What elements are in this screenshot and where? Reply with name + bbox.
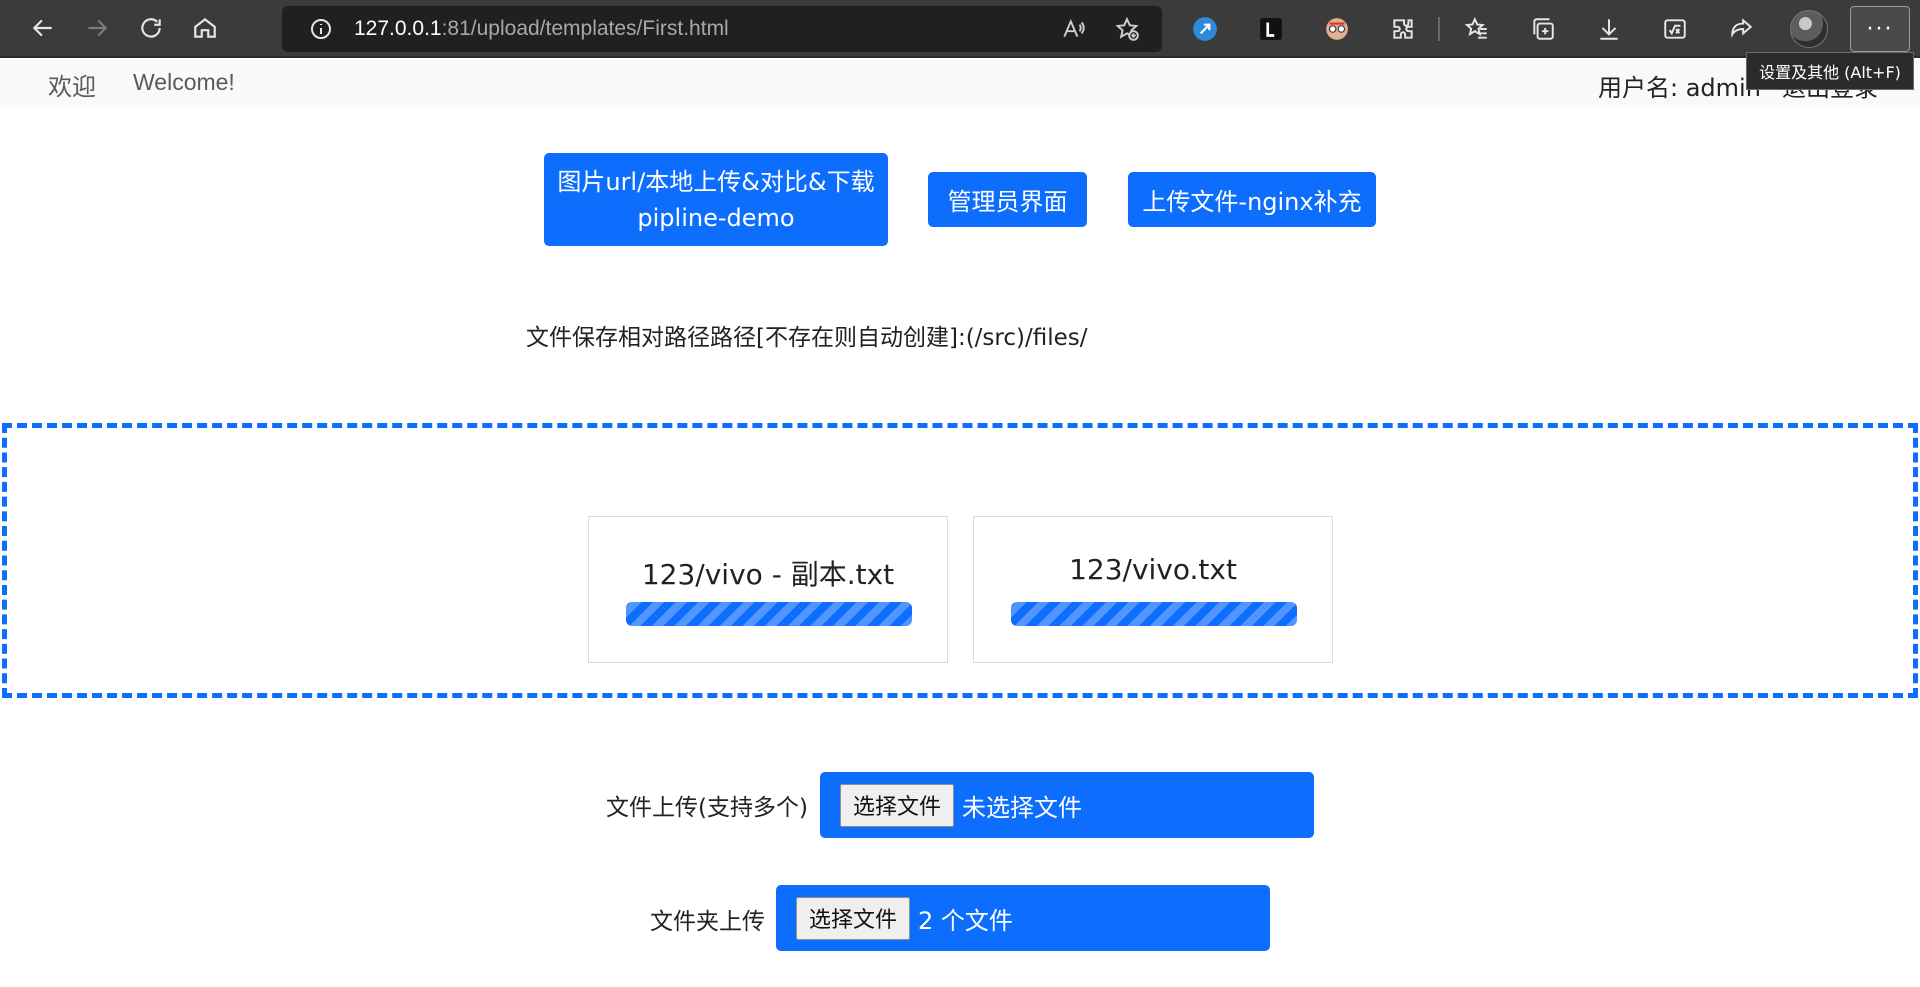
nginx-upload-button[interactable]: 上传文件-nginx补充 [1128, 172, 1376, 227]
page-navbar: 欢迎 Welcome! 用户名: admin 退出登录 [0, 60, 1920, 105]
upload-progress-bar [626, 602, 912, 626]
folder-upload-label: 文件夹上传 [650, 909, 765, 935]
site-info-icon[interactable] [308, 16, 334, 42]
refresh-icon [141, 18, 161, 38]
navbar-brand[interactable]: 欢迎 [48, 67, 96, 102]
uploaded-file-card: 123/vivo - 副本.txt [588, 516, 948, 663]
refresh-button[interactable] [128, 5, 174, 51]
extension-1-icon[interactable] [1188, 12, 1222, 46]
profile-avatar[interactable] [1790, 10, 1828, 48]
favorites-icon[interactable] [1460, 12, 1494, 46]
save-path-info: 文件保存相对路径路径[不存在则自动创建]:(/src)/files/ [526, 325, 1088, 351]
more-icon: ··· [1866, 16, 1894, 42]
multi-file-input[interactable]: 选择文件 未选择文件 [820, 772, 1314, 838]
navbar-welcome[interactable]: Welcome! [133, 69, 235, 96]
settings-tooltip: 设置及其他 (Alt+F) [1746, 52, 1914, 90]
home-icon [194, 17, 216, 38]
file-name: 123/vivo - 副本.txt [641, 558, 895, 591]
pipline-button-line1: 图片url/本地上传&对比&下载 [557, 167, 875, 196]
pipline-demo-button[interactable]: 图片url/本地上传&对比&下载 pipline-demo [544, 153, 888, 246]
folder-selection-status: 2 个文件 [918, 906, 1013, 935]
pipline-button-line2: pipline-demo [637, 203, 795, 232]
share-icon[interactable] [1724, 12, 1758, 46]
admin-button[interactable]: 管理员界面 [928, 172, 1087, 227]
file-selection-status: 未选择文件 [962, 793, 1083, 822]
add-favorite-icon[interactable] [1114, 16, 1140, 42]
back-button[interactable] [20, 5, 66, 51]
folder-file-input[interactable]: 选择文件 2 个文件 [776, 885, 1270, 951]
settings-more-button[interactable]: ··· [1850, 6, 1910, 52]
forward-button[interactable] [74, 5, 120, 51]
extensions-icon[interactable] [1386, 12, 1420, 46]
url-path: :81/upload/templates/First.html [441, 17, 729, 40]
back-icon [32, 19, 52, 37]
file-drop-zone[interactable]: 123/vivo - 副本.txt 123/vivo.txt [2, 423, 1918, 698]
read-aloud-icon[interactable] [1060, 16, 1086, 42]
username-prefix: 用户名: [1598, 74, 1686, 102]
navbar-username: 用户名: admin [1598, 68, 1761, 103]
url-text[interactable]: 127.0.0.1:81/upload/templates/First.html [354, 17, 729, 41]
uploaded-file-card: 123/vivo.txt [973, 516, 1333, 663]
address-bar[interactable]: 127.0.0.1:81/upload/templates/First.html [282, 6, 1162, 52]
forward-icon [88, 19, 108, 37]
extension-3-icon[interactable] [1320, 12, 1354, 46]
toolbar-separator [1438, 17, 1440, 41]
choose-folder-button[interactable]: 选择文件 [796, 896, 911, 940]
collections-icon[interactable] [1526, 12, 1560, 46]
multi-upload-label: 文件上传(支持多个) [606, 795, 808, 821]
home-button[interactable] [182, 5, 228, 51]
file-name: 123/vivo.txt [1069, 553, 1237, 586]
math-solver-icon[interactable] [1658, 12, 1692, 46]
url-host: 127.0.0.1 [354, 17, 442, 40]
upload-progress-bar [1011, 602, 1297, 626]
extension-2-icon[interactable] [1254, 12, 1288, 46]
choose-files-button[interactable]: 选择文件 [840, 783, 955, 827]
downloads-icon[interactable] [1592, 12, 1626, 46]
